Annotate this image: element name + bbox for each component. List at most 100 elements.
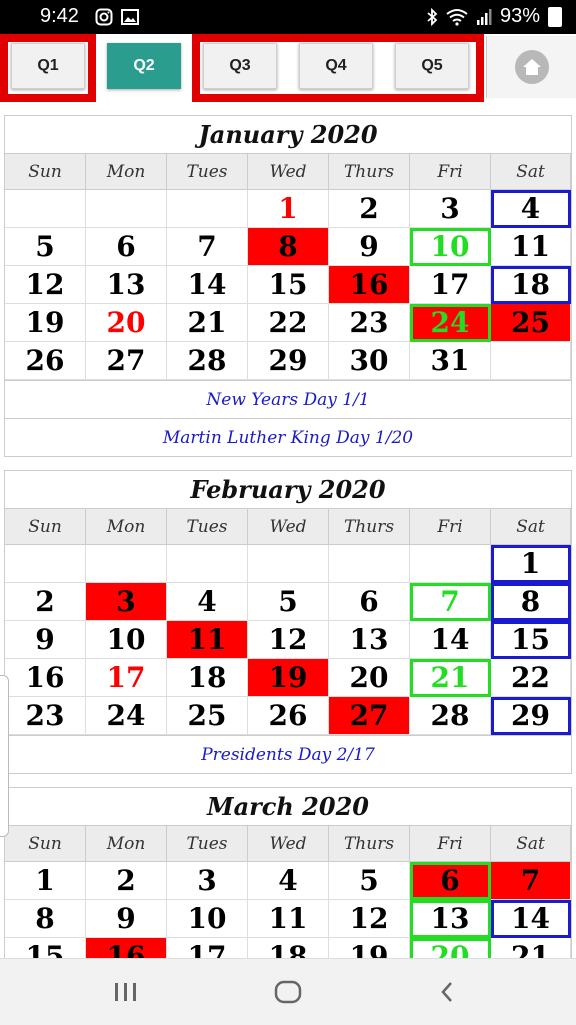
day-cell[interactable]: 18	[167, 659, 248, 697]
weekday-header: Sun	[5, 509, 86, 545]
day-cell[interactable]: 3	[86, 583, 167, 621]
day-cell[interactable]: 5	[329, 862, 410, 900]
day-cell[interactable]: 13	[410, 900, 491, 938]
day-cell[interactable]: 20	[410, 938, 491, 958]
day-cell[interactable]: 31	[410, 342, 491, 380]
day-cell[interactable]: 26	[248, 697, 329, 735]
day-cell[interactable]: 2	[329, 190, 410, 228]
day-cell[interactable]: 10	[86, 621, 167, 659]
tab-q4[interactable]: Q4	[299, 43, 373, 89]
day-cell[interactable]: 11	[167, 621, 248, 659]
day-cell[interactable]: 25	[491, 304, 571, 342]
day-cell[interactable]: 9	[329, 228, 410, 266]
day-cell[interactable]: 6	[410, 862, 491, 900]
tab-q1[interactable]: Q1	[11, 43, 85, 89]
day-cell[interactable]: 21	[410, 659, 491, 697]
day-cell[interactable]: 1	[491, 545, 571, 583]
gallery-icon	[121, 9, 139, 25]
day-cell[interactable]: 10	[167, 900, 248, 938]
day-cell[interactable]: 13	[329, 621, 410, 659]
day-cell[interactable]: 5	[248, 583, 329, 621]
day-cell[interactable]: 3	[410, 190, 491, 228]
day-cell[interactable]: 3	[167, 862, 248, 900]
tab-q3[interactable]: Q3	[203, 43, 277, 89]
day-cell[interactable]: 22	[491, 659, 571, 697]
day-cell[interactable]: 23	[329, 304, 410, 342]
day-cell[interactable]: 18	[248, 938, 329, 958]
empty-day-cell	[5, 545, 86, 583]
tab-q2[interactable]: Q2	[107, 43, 181, 89]
day-cell[interactable]: 16	[86, 938, 167, 958]
tab-q5[interactable]: Q5	[395, 43, 469, 89]
day-cell[interactable]: 19	[248, 659, 329, 697]
day-cell[interactable]: 29	[248, 342, 329, 380]
day-cell[interactable]: 7	[491, 862, 571, 900]
day-cell[interactable]: 17	[410, 266, 491, 304]
day-cell[interactable]: 26	[5, 342, 86, 380]
day-cell[interactable]: 22	[248, 304, 329, 342]
day-cell[interactable]: 28	[167, 342, 248, 380]
day-cell[interactable]: 6	[329, 583, 410, 621]
back-button[interactable]	[432, 977, 462, 1007]
bluetooth-icon	[427, 7, 438, 26]
day-cell[interactable]: 16	[329, 266, 410, 304]
month-march: March 2020 Sun Mon Tues Wed Thurs Fri Sat 1 2 3 4 5 6…	[4, 787, 572, 958]
day-cell[interactable]: 7	[167, 228, 248, 266]
nav-home-button[interactable]	[268, 977, 308, 1007]
day-cell[interactable]: 21	[491, 938, 571, 958]
day-cell[interactable]: 14	[410, 621, 491, 659]
day-cell[interactable]: 9	[5, 621, 86, 659]
day-cell[interactable]: 14	[491, 900, 571, 938]
day-cell[interactable]: 21	[167, 304, 248, 342]
day-cell[interactable]: 8	[248, 228, 329, 266]
day-cell[interactable]: 4	[167, 583, 248, 621]
day-cell[interactable]: 15	[5, 938, 86, 958]
day-cell[interactable]: 24	[410, 304, 491, 342]
day-cell[interactable]: 4	[491, 190, 571, 228]
day-cell[interactable]: 18	[491, 266, 571, 304]
day-cell[interactable]: 2	[5, 583, 86, 621]
day-cell[interactable]: 10	[410, 228, 491, 266]
day-cell[interactable]: 29	[491, 697, 571, 735]
day-cell[interactable]: 8	[5, 900, 86, 938]
home-button[interactable]	[486, 36, 576, 98]
day-cell[interactable]: 6	[86, 228, 167, 266]
day-cell[interactable]: 12	[5, 266, 86, 304]
day-cell[interactable]: 19	[5, 304, 86, 342]
day-cell[interactable]: 4	[248, 862, 329, 900]
calendar-scroll-area[interactable]: January 2020 Sun Mon Tues Wed Thurs Fri Sat 1 2 3 4…	[0, 102, 576, 958]
edge-panel-handle[interactable]	[0, 675, 9, 837]
day-cell[interactable]: 15	[248, 266, 329, 304]
day-cell[interactable]: 14	[167, 266, 248, 304]
empty-day-cell	[86, 545, 167, 583]
day-cell[interactable]: 19	[329, 938, 410, 958]
day-cell[interactable]: 2	[86, 862, 167, 900]
day-cell[interactable]: 25	[167, 697, 248, 735]
day-cell[interactable]: 17	[167, 938, 248, 958]
day-cell[interactable]: 1	[5, 862, 86, 900]
day-cell[interactable]: 28	[410, 697, 491, 735]
day-cell[interactable]: 30	[329, 342, 410, 380]
day-cell[interactable]: 17	[86, 659, 167, 697]
day-cell[interactable]: 9	[86, 900, 167, 938]
weekday-header: Mon	[86, 154, 167, 190]
day-cell[interactable]: 12	[248, 621, 329, 659]
day-cell[interactable]: 20	[329, 659, 410, 697]
day-cell[interactable]: 13	[86, 266, 167, 304]
day-cell[interactable]: 7	[410, 583, 491, 621]
day-cell[interactable]: 12	[329, 900, 410, 938]
day-cell[interactable]: 11	[491, 228, 571, 266]
day-cell[interactable]: 27	[329, 697, 410, 735]
day-cell[interactable]: 15	[491, 621, 571, 659]
day-cell[interactable]: 27	[86, 342, 167, 380]
day-cell[interactable]: 20	[86, 304, 167, 342]
day-cell[interactable]: 8	[491, 583, 571, 621]
day-cell[interactable]: 5	[5, 228, 86, 266]
day-cell[interactable]: 24	[86, 697, 167, 735]
day-cell[interactable]: 11	[248, 900, 329, 938]
empty-day-cell	[491, 342, 571, 380]
day-cell[interactable]: 1	[248, 190, 329, 228]
day-cell[interactable]: 23	[5, 697, 86, 735]
recents-button[interactable]	[108, 977, 144, 1007]
day-cell[interactable]: 16	[5, 659, 86, 697]
